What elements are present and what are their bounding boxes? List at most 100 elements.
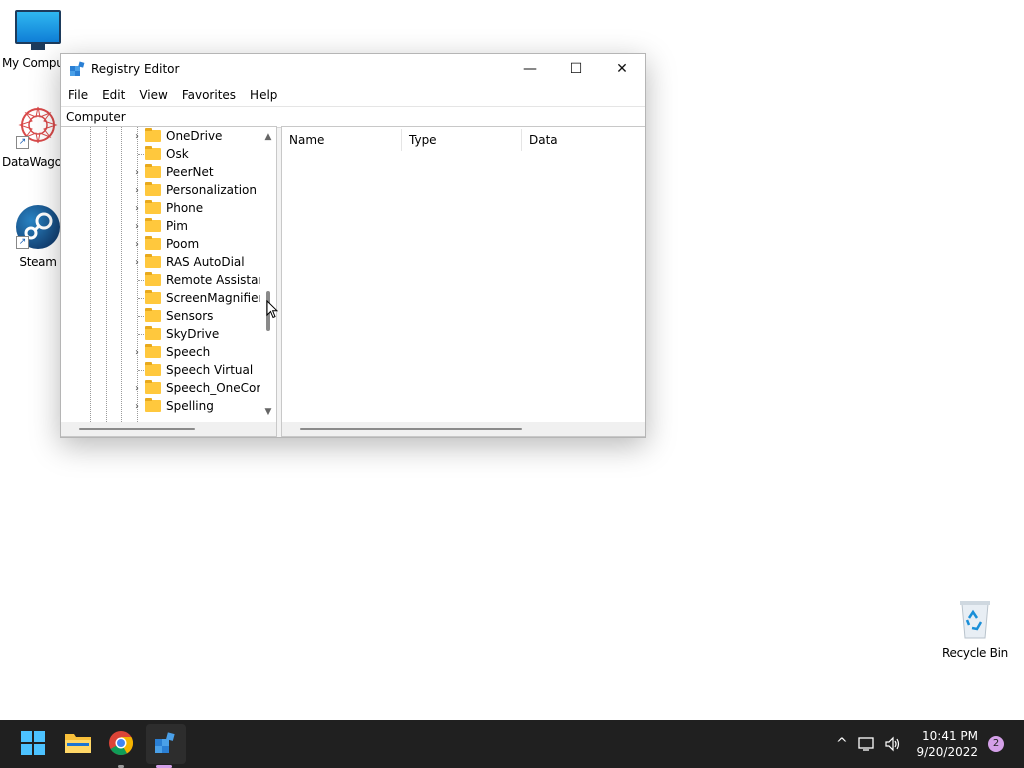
chevron-right-icon[interactable]: › [133,397,141,415]
tree-item[interactable]: › OneDrive [61,127,260,145]
chevron-right-icon[interactable]: › [133,235,141,253]
folder-icon [145,200,161,214]
tree-item[interactable]: › RAS AutoDial [61,253,260,271]
tree-item-label: Pim [166,219,188,233]
chevron-right-icon[interactable]: › [133,217,141,235]
address-path: Computer [66,110,126,124]
maximize-button[interactable]: ☐ [553,54,599,84]
title-bar[interactable]: Registry Editor — ☐ ✕ [61,54,645,84]
key-tree: › OneDrive Osk › PeerNet › Personalization › Pho… [61,127,273,415]
notification-badge[interactable]: 2 [988,736,1004,752]
registry-editor-taskbar-button[interactable] [152,730,180,758]
shortcut-arrow-icon: ↗ [16,236,29,249]
tree-item-label: Poom [166,237,200,251]
address-bar[interactable]: Computer [61,106,645,128]
tree-item[interactable]: Remote Assistanc [61,271,273,289]
desktop-icon-recycle-bin[interactable]: Recycle Bin [937,598,1013,660]
close-icon: ✕ [616,61,628,77]
taskbar-clock[interactable]: 10:41 PM 9/20/2022 [916,728,978,760]
folder-icon [145,362,161,376]
network-icon[interactable] [858,736,876,752]
datawago-icon: ↗ [16,105,60,149]
tree-item[interactable]: › Personalization [61,181,260,199]
tree-item[interactable]: › Phone [61,199,260,217]
chevron-right-icon[interactable]: › [133,379,141,397]
recycle-bin-icon [958,598,992,640]
tree-item-label: Speech_OneCore [166,381,269,395]
tree-item[interactable]: Osk [61,145,260,163]
chrome-icon [109,731,134,756]
tree-horizontal-scrollbar[interactable] [61,422,276,436]
tree-connector-line [138,316,144,317]
shortcut-arrow-icon: ↗ [16,136,29,149]
folder-icon [65,734,91,753]
column-header-data[interactable]: Data [522,127,622,153]
scroll-up-arrow-icon[interactable]: ▲ [260,129,276,145]
tree-item-label: RAS AutoDial [166,255,245,269]
tree-item[interactable]: › Spelling [61,397,260,415]
scroll-down-arrow-icon[interactable]: ▼ [260,404,276,420]
show-hidden-icons-chevron-icon[interactable]: ^ [836,736,848,752]
menu-favorites[interactable]: Favorites [175,88,243,102]
monitor-icon [15,10,61,50]
tree-item[interactable]: Sensors [61,307,260,325]
scroll-thumb[interactable] [300,428,522,430]
values-list-pane[interactable]: Name Type Data [281,126,645,437]
tree-item-label: Remote Assistanc [166,273,273,287]
close-button[interactable]: ✕ [599,54,645,84]
tree-item[interactable]: › Pim [61,217,260,235]
tree-item[interactable]: › Speech [61,343,260,361]
volume-icon[interactable] [884,736,902,752]
menu-file[interactable]: File [61,88,95,102]
column-header-name[interactable]: Name [282,127,402,153]
editor-panes: › OneDrive Osk › PeerNet › Personalization › Pho… [61,126,645,437]
windows-logo-icon [21,731,45,755]
folder-icon [145,380,161,394]
menu-help[interactable]: Help [243,88,284,102]
tree-connector-line [138,370,144,371]
tree-item[interactable]: › Poom [61,235,260,253]
tree-vertical-scrollbar[interactable]: ▲ ▼ [260,127,276,422]
chrome-taskbar-button[interactable] [108,730,136,758]
tree-item-label: Personalization [166,183,257,197]
tree-connector-line [138,280,144,281]
values-horizontal-scrollbar[interactable] [282,422,645,436]
tree-item[interactable]: › PeerNet [61,163,260,181]
tree-item-label: Speech Virtual [166,363,254,377]
mouse-cursor-icon [266,299,279,320]
tree-item-label: ScreenMagnifier [166,291,264,305]
start-button[interactable] [20,730,48,758]
tree-item[interactable]: SkyDrive [61,325,260,343]
chevron-right-icon[interactable]: › [133,343,141,361]
tree-item[interactable]: Speech Virtual [61,361,260,379]
clock-time: 10:41 PM [922,729,978,743]
folder-icon [145,344,161,358]
system-tray: ^ [836,720,902,768]
column-header-type[interactable]: Type [402,127,522,153]
minimize-button[interactable]: — [507,54,553,84]
menu-view[interactable]: View [132,88,174,102]
chevron-right-icon[interactable]: › [133,163,141,181]
folder-icon [145,290,161,304]
file-explorer-taskbar-button[interactable] [64,730,92,758]
chevron-right-icon[interactable]: › [133,127,141,145]
folder-icon [145,326,161,340]
key-tree-pane: › OneDrive Osk › PeerNet › Personalization › Pho… [61,126,277,437]
tree-item-label: Phone [166,201,204,215]
tree-connector-line [138,298,144,299]
scroll-thumb[interactable] [79,428,195,430]
tree-connector-line [138,154,144,155]
desktop-icon-label: Recycle Bin [942,646,1008,660]
tree-item[interactable]: ScreenMagnifier [61,289,264,307]
registry-editor-window: Registry Editor — ☐ ✕ File Edit View Fav… [60,53,646,438]
tree-item[interactable]: › Speech_OneCore [61,379,268,397]
tree-item-label: OneDrive [166,129,223,143]
menu-edit[interactable]: Edit [95,88,132,102]
registry-editor-icon [69,61,85,77]
chevron-right-icon[interactable]: › [133,253,141,271]
folder-icon [145,308,161,322]
chevron-right-icon[interactable]: › [133,199,141,217]
menu-bar: File Edit View Favorites Help [61,84,645,106]
chevron-right-icon[interactable]: › [133,181,141,199]
clock-date: 9/20/2022 [916,745,978,759]
